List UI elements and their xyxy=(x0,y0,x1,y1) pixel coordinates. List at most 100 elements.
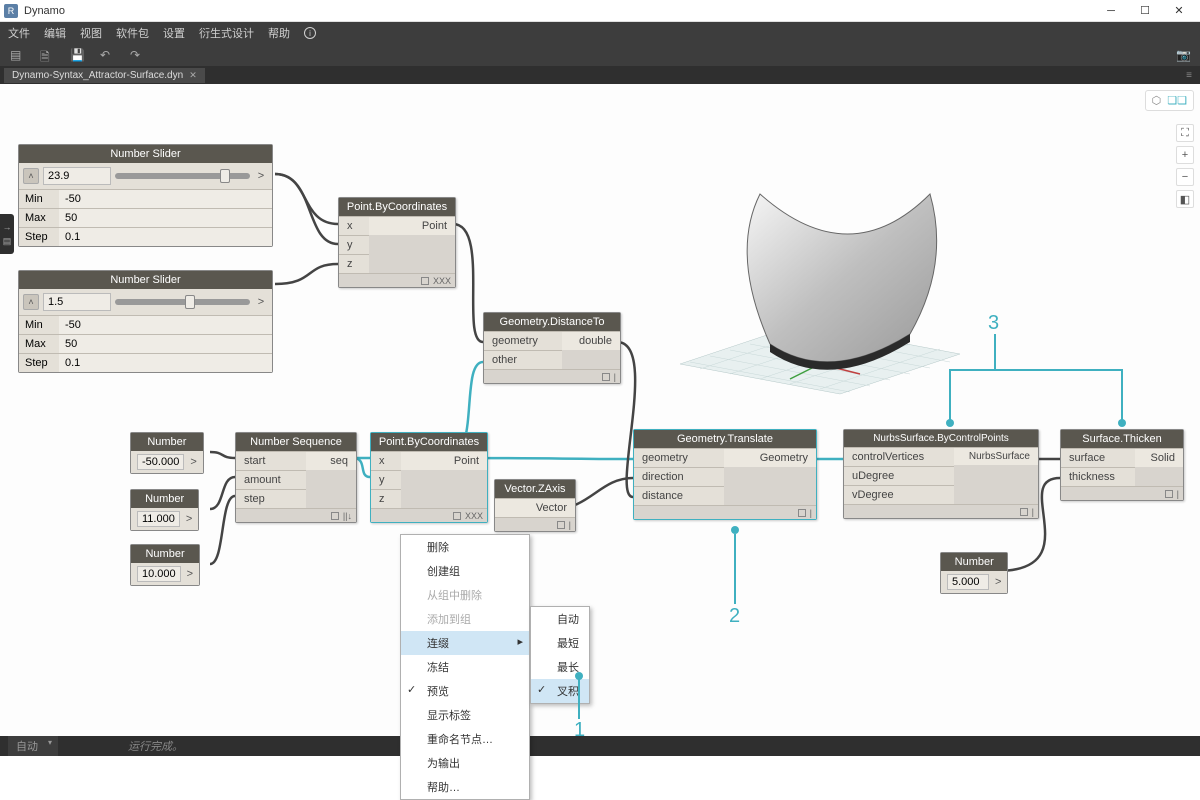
pan-icon[interactable]: ◧ xyxy=(1176,190,1194,208)
port-distance[interactable]: distance xyxy=(634,486,724,505)
open-icon[interactable]: 🗎 xyxy=(40,48,54,62)
preview-toggle[interactable] xyxy=(421,277,429,285)
node-point-bycoordinates-top[interactable]: Point.ByCoordinates x y z Point XXX xyxy=(338,197,456,288)
port-start[interactable]: start xyxy=(236,451,306,470)
ctx-as-output[interactable]: 为输出 xyxy=(401,751,529,775)
menu-file[interactable]: 文件 xyxy=(8,25,30,41)
ctx-delete[interactable]: 删除 xyxy=(401,535,529,559)
chevron-up-icon[interactable]: ˄ xyxy=(23,168,39,184)
node-header[interactable]: Number xyxy=(941,553,1007,571)
node-header[interactable]: Number Slider xyxy=(19,145,272,163)
output-port[interactable]: > xyxy=(254,296,268,308)
ctx-freeze[interactable]: 冻结 xyxy=(401,655,529,679)
preview-toggle[interactable] xyxy=(798,509,806,517)
port-direction[interactable]: direction xyxy=(634,467,724,486)
close-button[interactable]: ✕ xyxy=(1162,0,1196,22)
port-z[interactable]: z xyxy=(339,254,369,273)
zoom-in-icon[interactable]: + xyxy=(1176,146,1194,164)
port-thickness[interactable]: thickness xyxy=(1061,467,1135,486)
port-step[interactable]: step xyxy=(236,489,306,508)
menu-generative[interactable]: 衍生式设计 xyxy=(199,25,254,41)
tabs-menu-icon[interactable]: ≡ xyxy=(1186,70,1200,81)
node-header[interactable]: Vector.ZAxis xyxy=(495,480,575,498)
number-value[interactable]: -50.000 xyxy=(137,454,184,470)
port-point[interactable]: Point xyxy=(401,451,487,470)
output-port[interactable]: > xyxy=(187,568,193,580)
number-value[interactable]: 10.000 xyxy=(137,566,181,582)
port-y[interactable]: y xyxy=(371,470,401,489)
port-other[interactable]: other xyxy=(484,350,562,369)
menu-settings[interactable]: 设置 xyxy=(163,25,185,41)
file-tab-close-icon[interactable]: ✕ xyxy=(189,70,197,81)
context-menu[interactable]: 删除 创建组 从组中删除 添加到组 连缀▸ 冻结 ✓预览 显示标签 重命名节点…… xyxy=(400,534,530,800)
port-amount[interactable]: amount xyxy=(236,470,306,489)
port-x[interactable]: x xyxy=(371,451,401,470)
preview-toggle[interactable] xyxy=(331,512,339,520)
menu-help[interactable]: 帮助 xyxy=(268,25,290,41)
port-udegree[interactable]: uDegree xyxy=(844,466,954,485)
slider-track[interactable] xyxy=(115,173,250,179)
port-z[interactable]: z xyxy=(371,489,401,508)
port-geometry-out[interactable]: Geometry xyxy=(724,448,816,467)
menu-packages[interactable]: 软件包 xyxy=(116,25,149,41)
min-value[interactable]: -50 xyxy=(59,190,272,208)
node-header[interactable]: NurbsSurface.ByControlPoints xyxy=(844,430,1038,447)
graph-canvas[interactable]: →▤ ⬡ ❏❏ ⛶ + − ◧ Number Slider ˄ 23.9 xyxy=(0,84,1200,736)
ctx-show-labels[interactable]: 显示标签 xyxy=(401,703,529,727)
3d-preview-toggle[interactable]: ❏❏ xyxy=(1167,94,1187,107)
node-header[interactable]: Point.ByCoordinates xyxy=(339,198,455,216)
slider-value[interactable]: 23.9 xyxy=(43,167,111,185)
lacing-crossproduct[interactable]: ✓叉积 xyxy=(531,679,589,703)
port-solid[interactable]: Solid xyxy=(1135,448,1183,467)
node-header[interactable]: Geometry.Translate xyxy=(634,430,816,448)
max-value[interactable]: 50 xyxy=(59,209,272,227)
port-x[interactable]: x xyxy=(339,216,369,235)
step-value[interactable]: 0.1 xyxy=(59,228,272,246)
port-geometry[interactable]: geometry xyxy=(484,331,562,350)
node-header[interactable]: Surface.Thicken xyxy=(1061,430,1183,448)
node-number-2[interactable]: Number 11.000> xyxy=(130,489,199,531)
node-header[interactable]: Geometry.DistanceTo xyxy=(484,313,620,331)
node-vector-zaxis[interactable]: Vector.ZAxis Vector | xyxy=(494,479,576,532)
output-port[interactable]: > xyxy=(995,576,1001,588)
port-vector[interactable]: Vector xyxy=(495,498,575,517)
port-y[interactable]: y xyxy=(339,235,369,254)
node-geometry-distanceto[interactable]: Geometry.DistanceTo geometry other doubl… xyxy=(483,312,621,384)
preview-toggle[interactable] xyxy=(602,373,610,381)
output-port[interactable]: > xyxy=(254,170,268,182)
preview-toggle[interactable] xyxy=(1020,508,1028,516)
lacing-auto[interactable]: 自动 xyxy=(531,607,589,631)
port-geometry[interactable]: geometry xyxy=(634,448,724,467)
info-icon[interactable]: i xyxy=(304,27,316,39)
preview-toggle[interactable] xyxy=(453,512,461,520)
ctx-rename[interactable]: 重命名节点… xyxy=(401,727,529,751)
run-mode-dropdown[interactable]: 自动 xyxy=(8,736,58,756)
redo-icon[interactable]: ↷ xyxy=(130,48,144,62)
zoom-out-icon[interactable]: − xyxy=(1176,168,1194,186)
node-number-slider-2[interactable]: Number Slider ˄ 1.5 > Min-50 Max50 Step0… xyxy=(18,270,273,373)
node-header[interactable]: Number xyxy=(131,545,199,563)
context-submenu-lacing[interactable]: 自动 最短 最长 ✓叉积 xyxy=(530,606,590,704)
menu-edit[interactable]: 编辑 xyxy=(44,25,66,41)
number-value[interactable]: 5.000 xyxy=(947,574,989,590)
node-number-sequence[interactable]: Number Sequence start amount step seq ||… xyxy=(235,432,357,523)
node-nurbssurface[interactable]: NurbsSurface.ByControlPoints controlVert… xyxy=(843,429,1039,519)
port-seq[interactable]: seq xyxy=(306,451,356,470)
node-geometry-translate[interactable]: Geometry.Translate geometry direction di… xyxy=(633,429,817,520)
port-point[interactable]: Point xyxy=(369,216,455,235)
node-number-1[interactable]: Number -50.000 > xyxy=(130,432,204,474)
node-number-3[interactable]: Number 10.000 > xyxy=(130,544,200,586)
output-port[interactable]: > xyxy=(190,456,196,468)
port-surface[interactable]: surface xyxy=(1061,448,1135,467)
port-nurbssurface[interactable]: NurbsSurface xyxy=(954,447,1038,465)
save-icon[interactable]: 💾 xyxy=(70,48,84,62)
number-value[interactable]: 11.000 xyxy=(137,511,180,527)
slider-value[interactable]: 1.5 xyxy=(43,293,111,311)
lacing-shortest[interactable]: 最短 xyxy=(531,631,589,655)
chevron-up-icon[interactable]: ˄ xyxy=(23,294,39,310)
node-header[interactable]: Number xyxy=(131,433,203,451)
minimize-button[interactable]: ─ xyxy=(1094,0,1128,22)
port-double[interactable]: double xyxy=(562,331,620,350)
min-value[interactable]: -50 xyxy=(59,316,272,334)
port-controlvertices[interactable]: controlVertices xyxy=(844,447,954,466)
